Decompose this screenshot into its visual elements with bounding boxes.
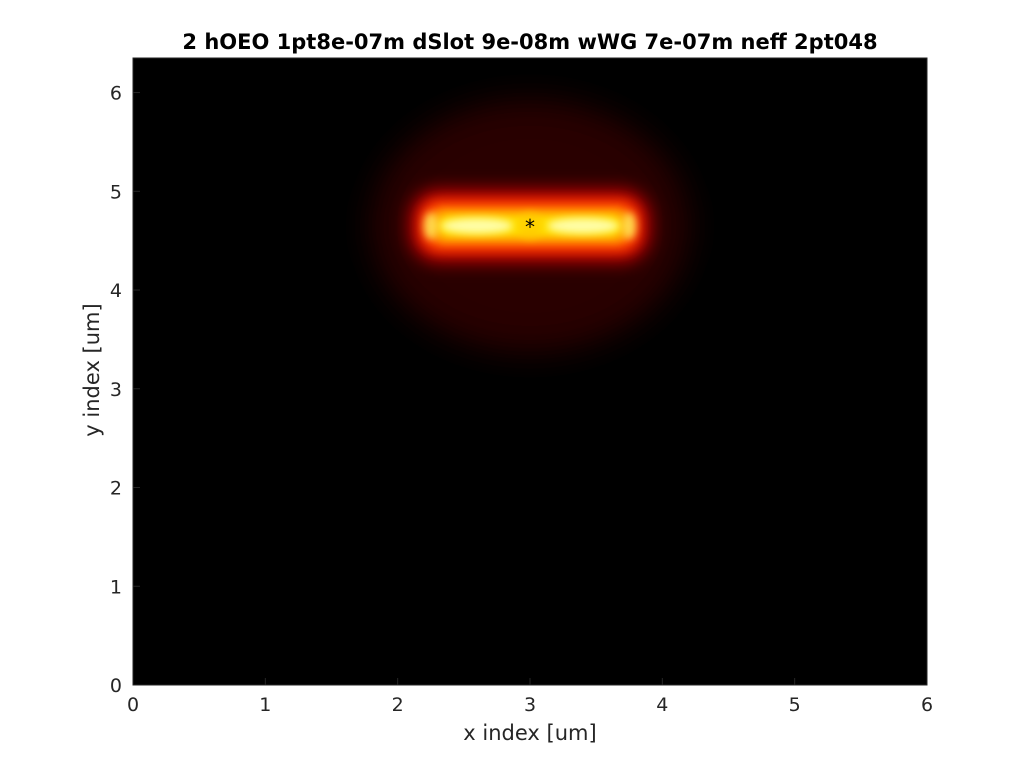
x-tick-label: 5: [789, 694, 801, 716]
y-tick-label: 3: [110, 379, 122, 401]
y-tick-label: 1: [110, 576, 122, 598]
x-axis-label: x index [um]: [463, 721, 596, 745]
y-tick-label: 5: [110, 181, 122, 203]
chart-title: 2 hOEO 1pt8e-07m dSlot 9e-08m wWG 7e-07m…: [182, 30, 877, 54]
x-tick-label: 0: [127, 694, 139, 716]
x-tick-label: 4: [656, 694, 668, 716]
marker-layer: *: [525, 215, 535, 239]
field-peak-lobe: [546, 217, 619, 234]
field-edge-feature: [622, 212, 637, 240]
figure: 2 hOEO 1pt8e-07m dSlot 9e-08m wWG 7e-07m…: [0, 0, 1024, 768]
y-tick-label: 0: [110, 675, 122, 697]
x-tick-label: 2: [392, 694, 404, 716]
field-edge-feature: [423, 212, 438, 240]
y-axis-label: y index [um]: [80, 303, 104, 436]
center-marker: *: [525, 215, 535, 239]
x-tick-label: 6: [921, 694, 933, 716]
x-tick-label: 3: [524, 694, 536, 716]
y-tick-label: 4: [110, 280, 122, 302]
field-peak-lobe: [441, 217, 514, 234]
y-tick-label: 2: [110, 478, 122, 500]
x-tick-label: 1: [259, 694, 271, 716]
plot-svg: 2 hOEO 1pt8e-07m dSlot 9e-08m wWG 7e-07m…: [80, 30, 933, 745]
y-tick-label: 6: [110, 83, 122, 105]
